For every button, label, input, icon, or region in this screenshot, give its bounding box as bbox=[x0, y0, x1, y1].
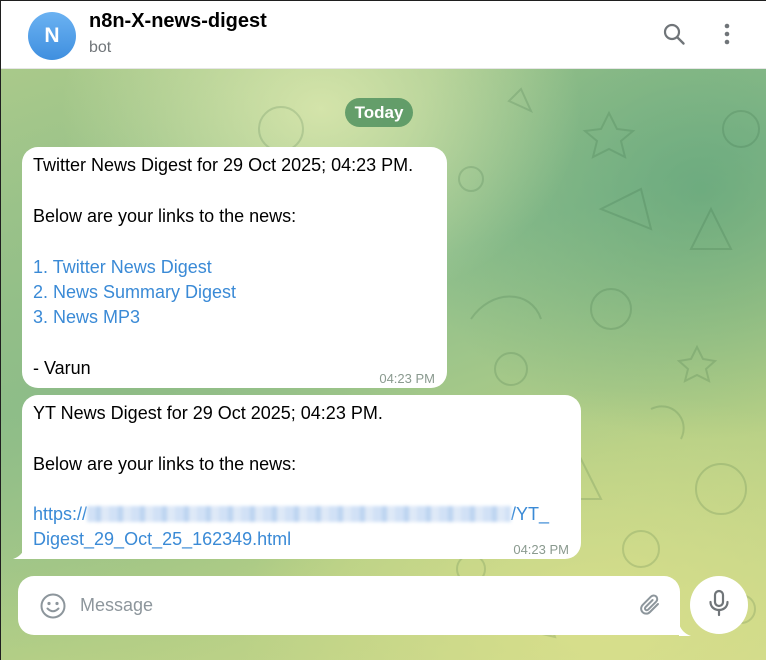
message-bubble[interactable]: Twitter News Digest for 29 Oct 2025; 04:… bbox=[22, 147, 447, 388]
avatar[interactable]: N bbox=[28, 12, 76, 60]
digest-url-link-continued[interactable]: Digest_29_Oct_25_162349.html bbox=[33, 527, 291, 553]
message-text: Below are your links to the news: bbox=[33, 454, 297, 474]
message-text: Below are your links to the news: bbox=[33, 206, 297, 226]
more-vertical-icon[interactable] bbox=[714, 21, 740, 47]
bubble-tail bbox=[13, 547, 25, 559]
chat-subtitle: bot bbox=[89, 39, 112, 56]
message-timestamp: 04:23 PM bbox=[513, 542, 569, 557]
url-prefix: https:// bbox=[33, 504, 88, 524]
message-text: YT News Digest for 29 Oct 2025; 04:23 PM… bbox=[33, 403, 383, 423]
chat-background: Today Twitter News Digest for 29 Oct 202… bbox=[1, 69, 766, 660]
link-news-summary-digest[interactable]: 2. News Summary Digest bbox=[33, 280, 236, 306]
message-signature: - Varun bbox=[33, 358, 91, 378]
link-twitter-news-digest[interactable]: 1. Twitter News Digest bbox=[33, 255, 212, 281]
attach-icon[interactable] bbox=[636, 591, 666, 621]
date-separator: Today bbox=[345, 98, 413, 127]
chat-header: N n8n-X-news-digest bot bbox=[1, 1, 766, 69]
message-input[interactable] bbox=[80, 588, 620, 622]
digest-url-link[interactable]: https:// /YT_ bbox=[33, 502, 549, 528]
search-icon[interactable] bbox=[661, 21, 687, 47]
chat-title[interactable]: n8n-X-news-digest bbox=[89, 10, 267, 33]
url-suffix: /YT_ bbox=[511, 504, 550, 524]
message-composer bbox=[18, 576, 680, 635]
message-text: Twitter News Digest for 29 Oct 2025; 04:… bbox=[33, 155, 414, 175]
link-news-mp3[interactable]: 3. News MP3 bbox=[33, 305, 140, 331]
composer-tail bbox=[679, 624, 691, 636]
message-bubble[interactable]: YT News Digest for 29 Oct 2025; 04:23 PM… bbox=[22, 395, 581, 559]
microphone-icon bbox=[706, 589, 732, 622]
redacted-url-segment bbox=[87, 506, 512, 522]
microphone-button[interactable] bbox=[690, 576, 748, 634]
emoji-icon[interactable] bbox=[38, 591, 68, 621]
message-timestamp: 04:23 PM bbox=[379, 371, 435, 386]
